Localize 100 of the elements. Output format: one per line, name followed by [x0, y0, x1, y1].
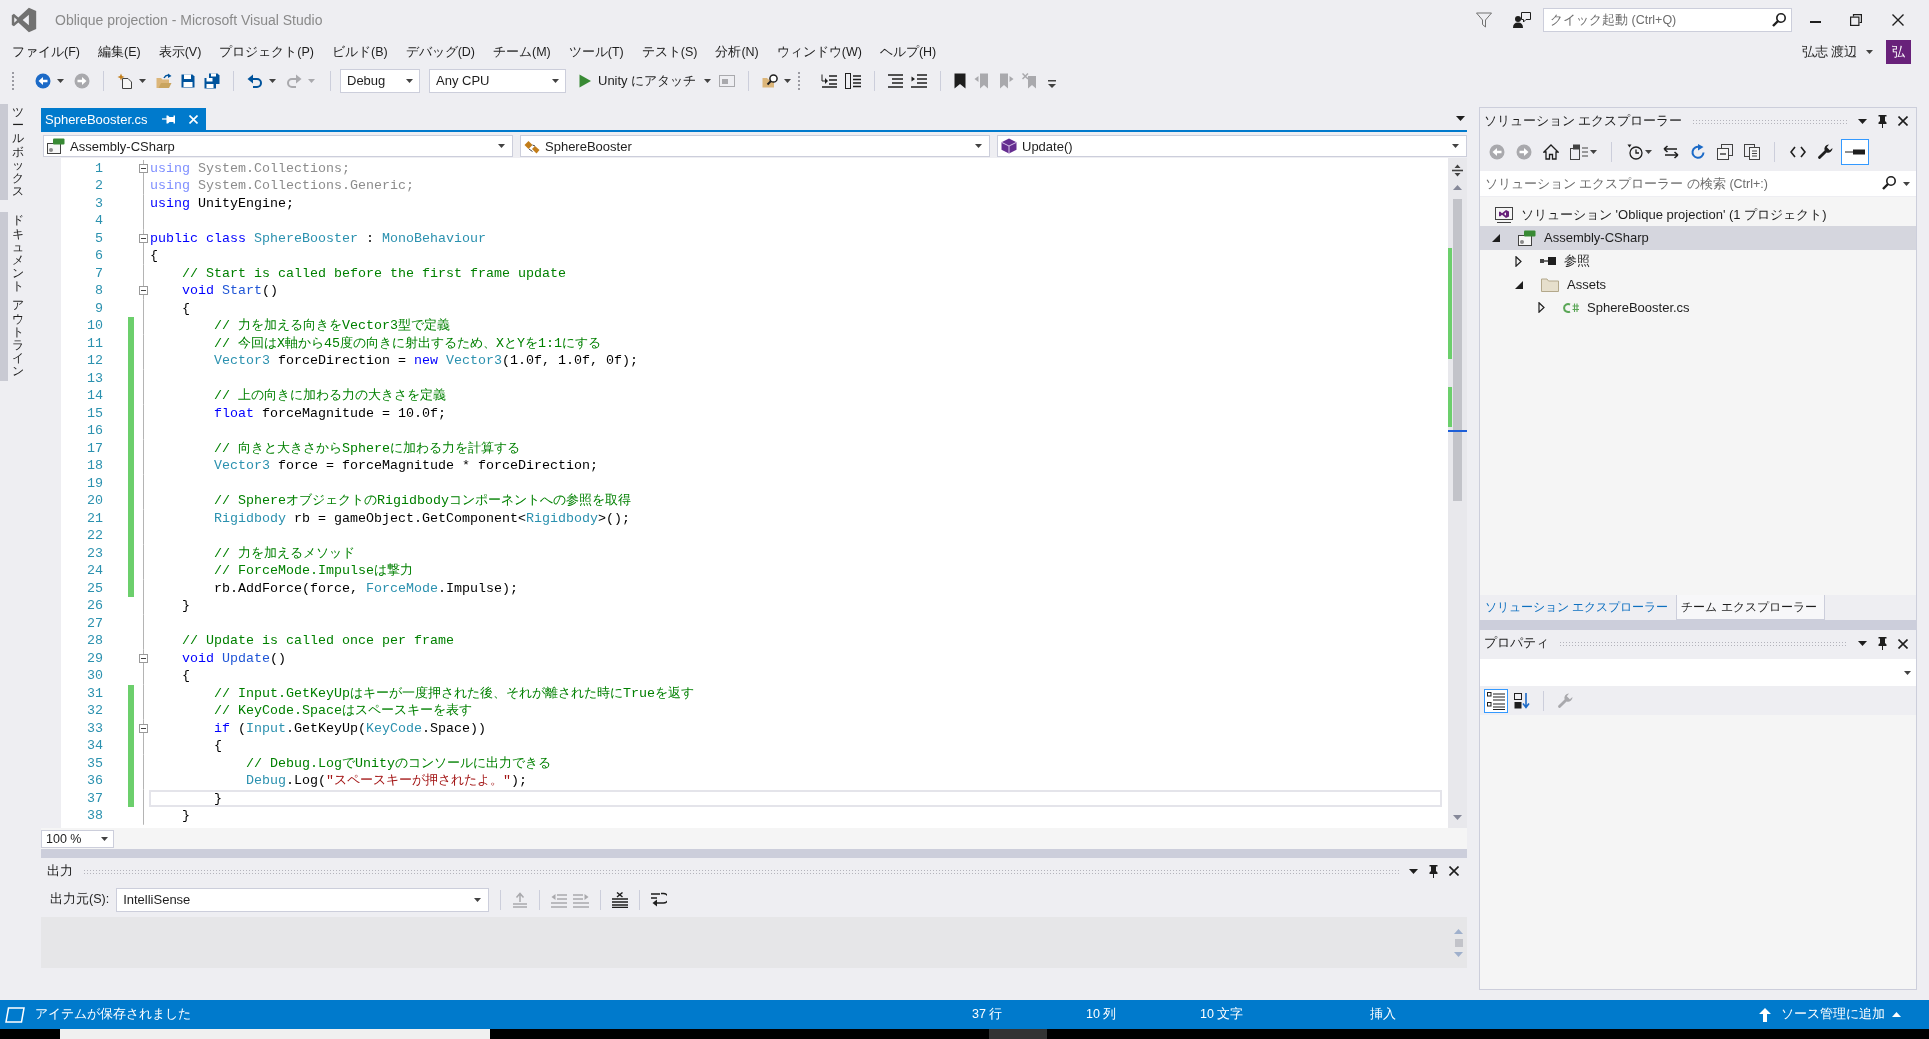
code-brackets-icon[interactable] — [1789, 145, 1806, 158]
side-tab[interactable]: ドキュメント アウトライン — [0, 212, 26, 381]
navigation-dropdown[interactable]: Update() — [997, 135, 1467, 157]
close-icon[interactable] — [1892, 13, 1904, 26]
tree-item[interactable]: 参照 — [1480, 249, 1916, 273]
tree-item[interactable]: Assembly-CSharp — [1480, 226, 1916, 250]
undo-arrow-icon[interactable] — [247, 72, 263, 89]
menu-item[interactable]: ヘルプ(H) — [870, 42, 946, 62]
new-item-icon[interactable] — [117, 72, 133, 89]
stacked-squares-icon[interactable] — [1716, 143, 1733, 160]
source-control-button[interactable]: ソース管理に追加 — [1759, 1002, 1929, 1027]
indent-lines-icon[interactable] — [821, 73, 838, 88]
menu-item[interactable]: 表示(V) — [149, 42, 211, 62]
tree-item[interactable]: Assets — [1480, 272, 1916, 297]
toolbar-dropdown[interactable]: Debug — [340, 68, 420, 93]
overflow-caret-icon[interactable] — [1048, 79, 1057, 88]
caret-icon[interactable] — [1590, 149, 1597, 154]
quick-launch-field[interactable]: クイック起動 (Ctrl+Q) — [1543, 7, 1792, 32]
search-icon[interactable] — [1882, 176, 1896, 190]
menu-item[interactable]: ウィンドウ(W) — [767, 42, 871, 62]
menu-item[interactable]: ファイル(F) — [3, 42, 89, 62]
outdent-lines-icon[interactable] — [911, 73, 928, 88]
dropdown-triangle-icon[interactable] — [1858, 641, 1867, 646]
caret-icon[interactable] — [57, 78, 64, 83]
navigation-dropdown[interactable]: Assembly-CSharp — [43, 135, 513, 157]
user-avatar[interactable]: 弘 — [1886, 40, 1911, 64]
menu-item[interactable]: プロジェクト(P) — [210, 42, 323, 62]
expanded-triangle-icon[interactable] — [1492, 233, 1500, 242]
refresh-icon[interactable] — [1689, 143, 1706, 160]
tree-item[interactable]: SphereBooster.cs — [1480, 296, 1916, 320]
caret-icon[interactable] — [784, 78, 792, 83]
collapse-icon[interactable] — [139, 233, 148, 243]
close-icon[interactable] — [1898, 638, 1908, 649]
panel-tab[interactable]: チーム エクスプローラー — [1676, 595, 1825, 620]
clock-icon[interactable] — [1626, 143, 1643, 160]
dropdown-triangle-icon[interactable] — [1409, 868, 1418, 874]
open-folder-icon[interactable] — [156, 72, 172, 89]
caret-icon[interactable] — [139, 78, 146, 83]
menu-item[interactable]: 分析(N) — [706, 42, 768, 62]
caret-icon[interactable] — [1645, 149, 1652, 154]
scrollbar-thumb[interactable] — [1453, 199, 1462, 501]
vertical-scrollbar[interactable] — [1448, 158, 1467, 828]
panel-lines-icon[interactable] — [845, 72, 862, 89]
search-field[interactable]: ソリューション エクスプローラー の検索 (Ctrl+:) — [1480, 171, 1916, 196]
sort-down-icon[interactable] — [1514, 693, 1530, 709]
grip-handle[interactable] — [11, 70, 15, 91]
save-icon[interactable] — [180, 72, 196, 89]
collapse-icon[interactable] — [139, 653, 148, 663]
pin-icon[interactable] — [1878, 114, 1887, 128]
close-icon[interactable] — [1449, 866, 1459, 876]
categorized-list-icon[interactable] — [1484, 689, 1508, 713]
lines-cross-icon[interactable] — [612, 891, 629, 908]
scroll-up-icon[interactable] — [1453, 185, 1462, 190]
menu-item[interactable]: ビルド(B) — [323, 42, 397, 62]
navigation-dropdown[interactable]: SphereBooster — [520, 135, 990, 157]
wrench-icon[interactable] — [1816, 143, 1833, 160]
expanded-triangle-icon[interactable] — [1515, 280, 1523, 289]
source-dropdown[interactable]: IntelliSense — [116, 887, 490, 912]
swap-arrows-icon[interactable] — [1662, 144, 1679, 159]
close-icon[interactable] — [1898, 116, 1908, 126]
side-tab[interactable]: ツールボックス — [0, 104, 26, 201]
toolbar-dropdown[interactable]: Any CPU — [429, 68, 566, 93]
collapsed-triangle-icon[interactable] — [1515, 255, 1522, 267]
pin-icon[interactable] — [1429, 864, 1438, 878]
menu-item[interactable]: チーム(M) — [484, 42, 560, 62]
horizontal-bar-icon[interactable] — [1841, 138, 1869, 165]
pin-icon[interactable] — [1878, 637, 1887, 650]
home-icon[interactable] — [1542, 143, 1559, 160]
panel-tab[interactable]: ソリューション エクスプローラー — [1480, 595, 1677, 620]
tree-item[interactable]: ソリューション 'Oblique projection' (1 プロジェクト) — [1480, 203, 1916, 227]
stacked-documents-icon[interactable] — [1569, 143, 1588, 160]
dropdown-triangle-icon[interactable] — [1858, 118, 1867, 124]
split-handle-icon[interactable] — [1452, 164, 1463, 177]
person-speech-icon[interactable] — [1513, 11, 1531, 28]
menu-item[interactable]: 編集(E) — [88, 42, 150, 62]
collapse-icon[interactable] — [139, 163, 148, 173]
account-name[interactable]: 弘志 渡辺 — [1801, 43, 1857, 61]
menu-item[interactable]: デバッグ(D) — [396, 42, 484, 62]
zoom-dropdown[interactable]: 100 % — [41, 829, 114, 848]
caret-icon[interactable] — [1903, 182, 1910, 186]
menu-item[interactable]: ツール(T) — [559, 42, 633, 62]
caret-icon[interactable] — [1866, 50, 1873, 54]
scroll-down-icon[interactable] — [1453, 815, 1462, 820]
funnel-icon[interactable] — [1476, 11, 1492, 28]
bookmark-icon[interactable] — [954, 72, 967, 89]
menu-item[interactable]: テスト(S) — [632, 42, 707, 62]
collapse-icon[interactable] — [139, 286, 148, 296]
wrap-arrow-icon[interactable] — [651, 891, 668, 908]
documents-icon[interactable] — [1743, 143, 1760, 160]
dropdown-triangle-icon[interactable] — [1456, 116, 1465, 121]
save-all-icon[interactable] — [204, 72, 220, 89]
attach-button[interactable]: Unity にアタッチ — [575, 68, 716, 93]
collapsed-triangle-icon[interactable] — [1538, 302, 1545, 314]
restore-icon[interactable] — [1850, 13, 1862, 26]
collapse-icon[interactable] — [139, 723, 148, 733]
folder-search-icon[interactable] — [762, 73, 779, 88]
indented-lines-icon[interactable] — [888, 73, 904, 88]
code-line: Debug.Log("スペースキーが押されたよ。"); — [245, 773, 527, 788]
scrollbar-thumb[interactable] — [1454, 938, 1463, 947]
caret-icon[interactable] — [269, 78, 276, 83]
